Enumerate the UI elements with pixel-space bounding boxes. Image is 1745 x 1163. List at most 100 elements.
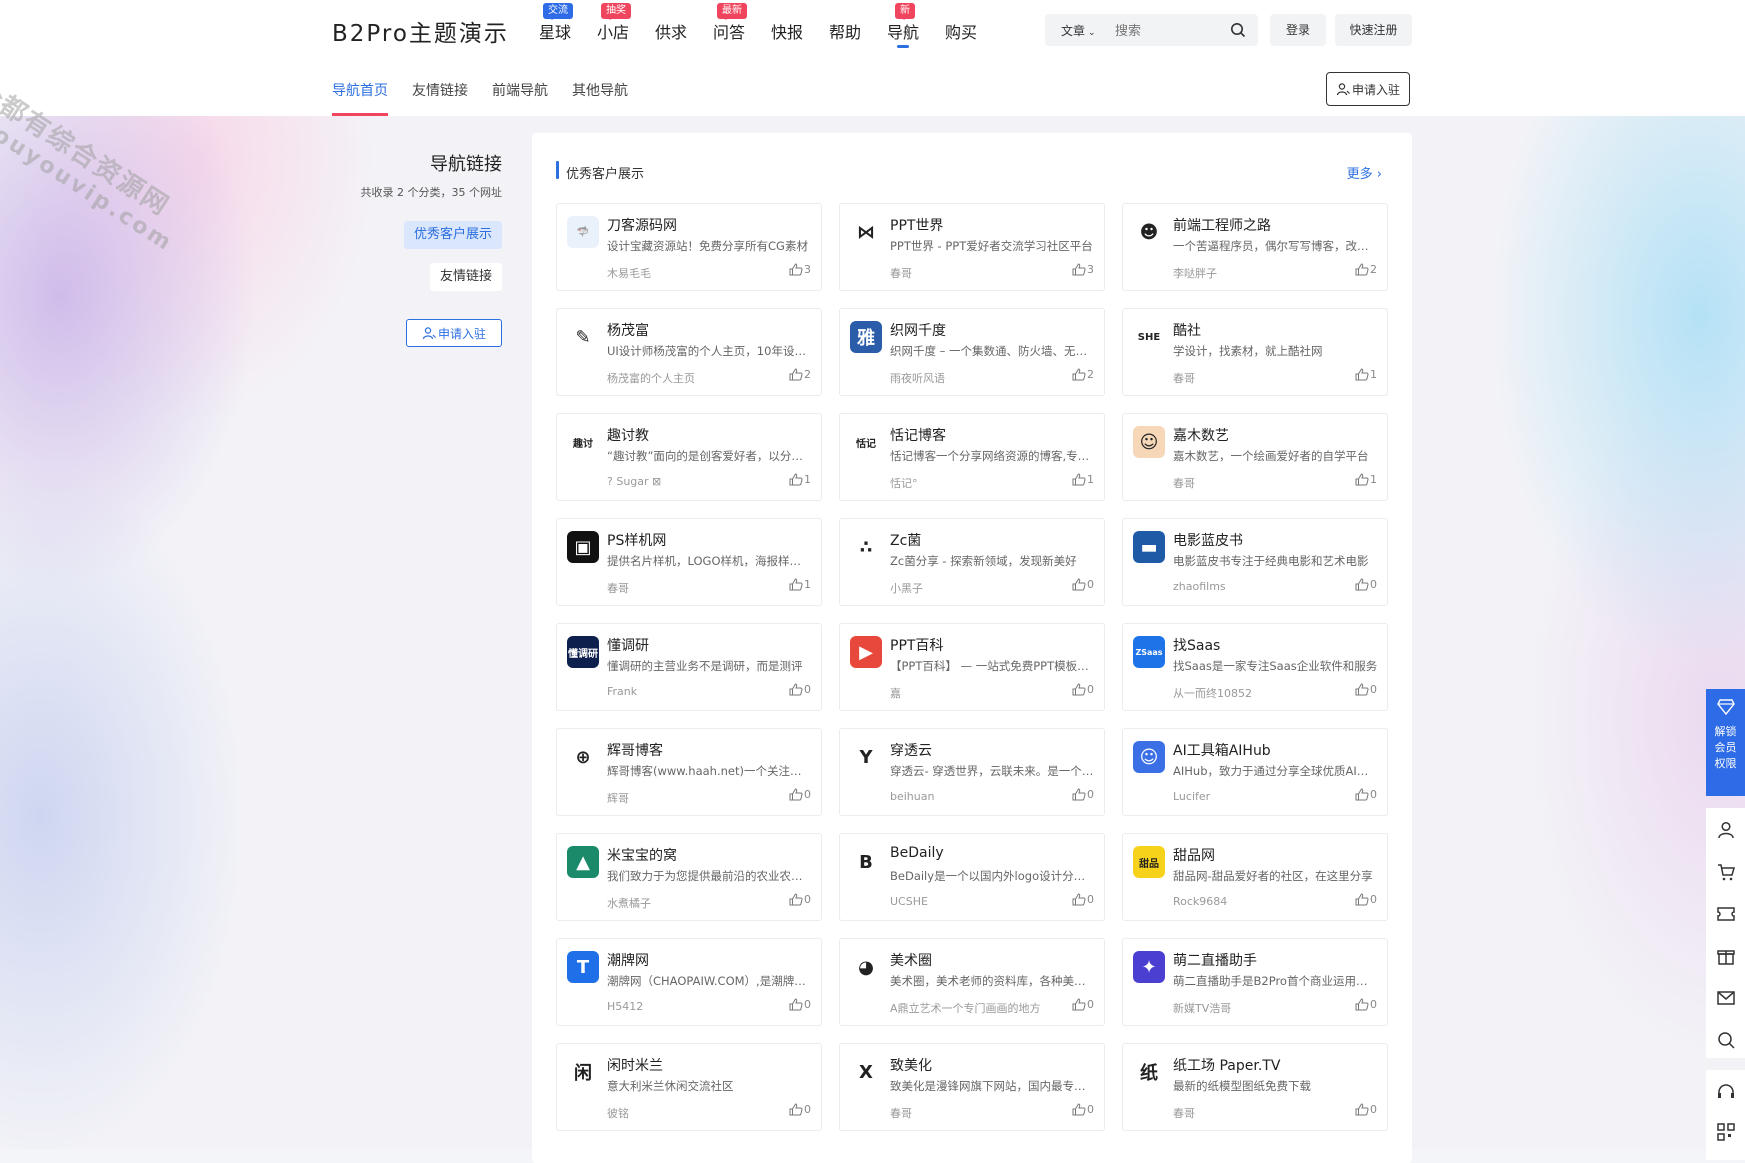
nav-item-xingqiu[interactable]: 交流 星球 — [539, 3, 573, 43]
nav-item-bangzhu[interactable]: 帮助 — [829, 19, 861, 43]
like-button[interactable]: 2 — [789, 368, 811, 381]
site-name[interactable]: 织网千度 — [890, 320, 946, 340]
site-name[interactable]: PPT百科 — [890, 635, 943, 655]
site-name[interactable]: 找Saas — [1173, 635, 1220, 655]
site-card[interactable]: ⊕ 辉哥博客 辉哥博客(www.haah.net)一个关注互联网 辉哥 0 — [556, 728, 822, 816]
site-name[interactable]: 致美化 — [890, 1055, 932, 1075]
site-card[interactable]: B BeDaily BeDaily是一个以国内外logo设计分享为主 UCSHE 0 — [839, 833, 1105, 921]
site-name[interactable]: 懂调研 — [607, 635, 649, 655]
site-name[interactable]: 美术圈 — [890, 950, 932, 970]
message-icon[interactable] — [1716, 988, 1736, 1008]
more-link[interactable]: 更多 › — [1347, 163, 1382, 182]
gift-icon[interactable] — [1716, 946, 1736, 966]
site-card[interactable]: ☺ 嘉木数艺 嘉木数艺，一个绘画爱好者的自学平台 春哥 1 — [1122, 413, 1388, 501]
site-card[interactable]: ✎ 杨茂富 UI设计师杨茂富的个人主页，10年设计经验 杨茂富的个人主页 2 — [556, 308, 822, 396]
like-button[interactable]: 3 — [789, 263, 811, 276]
site-card[interactable]: 雅织网千度织网千度 – 一个集数通、防火墙、无线于一体雨夜听风语 2 — [839, 308, 1105, 396]
like-button[interactable]: 0 — [1072, 998, 1094, 1011]
site-card[interactable]: 纸纸工场 Paper.TV 最新的纸模型图纸免费下载 春哥 0 — [1122, 1043, 1388, 1131]
site-card[interactable]: 🦈 刀客源码网 设计宝藏资源站！免费分享所有CG素材 木易毛毛 3 — [556, 203, 822, 291]
site-name[interactable]: 刀客源码网 — [607, 215, 677, 235]
site-name[interactable]: 辉哥博客 — [607, 740, 663, 760]
site-card[interactable]: SHE 酷社 学设计，找素材，就上酷社网 春哥 1 — [1122, 308, 1388, 396]
search-icon[interactable] — [1230, 22, 1246, 42]
site-card[interactable]: T 潮牌网 潮牌网（CHAOPAIW.COM）,是潮牌爱好者 H5412 0 — [556, 938, 822, 1026]
site-name[interactable]: 潮牌网 — [607, 950, 649, 970]
site-card[interactable]: ▣ PS样机网 提供名片样机，LOGO样机，海报样机下载 春哥 1 — [556, 518, 822, 606]
site-name[interactable]: 嘉木数艺 — [1173, 425, 1229, 445]
site-name[interactable]: Zc菌 — [890, 530, 921, 550]
site-card[interactable]: ▶ PPT百科 【PPT百科】 — 一站式免费PPT模板下载嘉 0 — [839, 623, 1105, 711]
site-name[interactable]: 趣讨教 — [607, 425, 649, 445]
site-card[interactable]: ☺ AI工具箱AIHub AIHub，致力于通过分享全球优质AI工具 Lucifer 0 — [1122, 728, 1388, 816]
search-icon[interactable] — [1716, 1030, 1736, 1050]
site-name[interactable]: 穿透云 — [890, 740, 932, 760]
subnav-friend-links[interactable]: 友情链接 — [412, 80, 468, 100]
site-card[interactable]: ▬ 电影蓝皮书 电影蓝皮书专注于经典电影和艺术电影 zhaofilms 0 — [1122, 518, 1388, 606]
site-card[interactable]: ☻ 前端工程师之路 一个苦逼程序员，偶尔写写博客，改改代码 李哒胖子 2 — [1122, 203, 1388, 291]
site-name[interactable]: BeDaily — [890, 845, 944, 861]
like-button[interactable]: 1 — [1072, 473, 1094, 486]
unlock-vip-button[interactable]: 解锁会员权限 — [1706, 689, 1745, 796]
ticket-icon[interactable] — [1716, 904, 1736, 924]
like-button[interactable]: 0 — [789, 683, 811, 696]
subnav-frontend[interactable]: 前端导航 — [492, 80, 548, 100]
site-name[interactable]: PS样机网 — [607, 530, 666, 550]
like-button[interactable]: 0 — [1355, 1103, 1377, 1116]
register-button[interactable]: 快速注册 — [1335, 14, 1412, 46]
like-button[interactable]: 0 — [1355, 578, 1377, 591]
like-button[interactable]: 2 — [1355, 263, 1377, 276]
like-button[interactable]: 0 — [1072, 788, 1094, 801]
like-button[interactable]: 0 — [1072, 578, 1094, 591]
like-button[interactable]: 0 — [1072, 1103, 1094, 1116]
site-card[interactable]: 闲闲时米兰 意大利米兰休闲交流社区 彼铭 0 — [556, 1043, 822, 1131]
like-button[interactable]: 2 — [1072, 368, 1094, 381]
apply-button[interactable]: 申请入驻 — [1326, 72, 1410, 106]
like-button[interactable]: 1 — [1355, 473, 1377, 486]
user-icon[interactable] — [1716, 820, 1736, 840]
nav-item-daohang[interactable]: 新 导航 — [887, 3, 919, 48]
like-button[interactable]: 1 — [789, 473, 811, 486]
like-button[interactable]: 3 — [1072, 263, 1094, 276]
nav-item-wenda[interactable]: 最新 问答 — [713, 3, 747, 43]
site-name[interactable]: 酷社 — [1173, 320, 1201, 340]
site-name[interactable]: AI工具箱AIHub — [1173, 740, 1271, 760]
site-card[interactable]: Y 穿透云穿透云- 穿透世界，云联未来。是一个内网穿透 beihuan 0 — [839, 728, 1105, 816]
cart-icon[interactable] — [1716, 862, 1736, 882]
site-card[interactable]: ▲ 米宝宝的窝 我们致力于为您提供最前沿的农业农村资讯 水煮橘子 0 — [556, 833, 822, 921]
search-input[interactable] — [1113, 20, 1227, 42]
search-type-select[interactable]: 文章 ⌄ — [1061, 22, 1096, 39]
like-button[interactable]: 1 — [1355, 368, 1377, 381]
like-button[interactable]: 0 — [1355, 998, 1377, 1011]
like-button[interactable]: 0 — [1355, 683, 1377, 696]
site-card[interactable]: 懂调研 懂调研 懂调研的主营业务不是调研，而是测评 Frank 0 — [556, 623, 822, 711]
nav-item-xiaodian[interactable]: 抽奖 小店 — [597, 3, 631, 43]
site-name[interactable]: 杨茂富 — [607, 320, 649, 340]
nav-item-goumai[interactable]: 购买 — [945, 19, 977, 43]
like-button[interactable]: 0 — [1355, 893, 1377, 906]
site-card[interactable]: ✦ 萌二直播助手 萌二直播助手是B2Pro首个商业运用插件 新媒TV浩哥 0 — [1122, 938, 1388, 1026]
sidebar-item-customers[interactable]: 优秀客户展示 — [403, 221, 502, 249]
site-name[interactable]: 恬记博客 — [890, 425, 946, 445]
site-name[interactable]: 前端工程师之路 — [1173, 215, 1271, 235]
site-name[interactable]: 甜品网 — [1173, 845, 1215, 865]
site-name[interactable]: PPT世界 — [890, 215, 943, 235]
site-card[interactable]: ◕ 美术圈 美术圈，美术老师的资料库，各种美术资源 A鼎立艺术一个专门画画的地方 0 — [839, 938, 1105, 1026]
subnav-other[interactable]: 其他导航 — [572, 80, 628, 100]
site-card[interactable]: 甜品 甜品网 甜品网-甜品爱好者的社区，在这里分享 Rock9684 0 — [1122, 833, 1388, 921]
nav-item-gongqiu[interactable]: 供求 — [655, 19, 687, 43]
like-button[interactable]: 0 — [789, 1103, 811, 1116]
site-name[interactable]: 米宝宝的窝 — [607, 845, 677, 865]
like-button[interactable]: 0 — [1072, 683, 1094, 696]
site-name[interactable]: 萌二直播助手 — [1173, 950, 1257, 970]
like-button[interactable]: 1 — [789, 578, 811, 591]
site-card[interactable]: ∴ Zc菌 Zc菌分享 - 探索新领域，发现新美好 小黑子 0 — [839, 518, 1105, 606]
site-logo[interactable]: B2Pro主题演示 — [332, 14, 509, 48]
site-card[interactable]: X 致美化致美化是漫锋网旗下网站，国内最专业的美化春哥 0 — [839, 1043, 1105, 1131]
qrcode-icon[interactable] — [1716, 1122, 1736, 1142]
site-name[interactable]: 闲时米兰 — [607, 1055, 663, 1075]
like-button[interactable]: 0 — [789, 893, 811, 906]
site-card[interactable]: 趣讨 趣讨教 “趣讨教”面向的是创客爱好者，以分享为主 ? Sugar ⊠ 1 — [556, 413, 822, 501]
like-button[interactable]: 0 — [1072, 893, 1094, 906]
sidebar-item-friend-links[interactable]: 友情链接 — [429, 263, 502, 291]
